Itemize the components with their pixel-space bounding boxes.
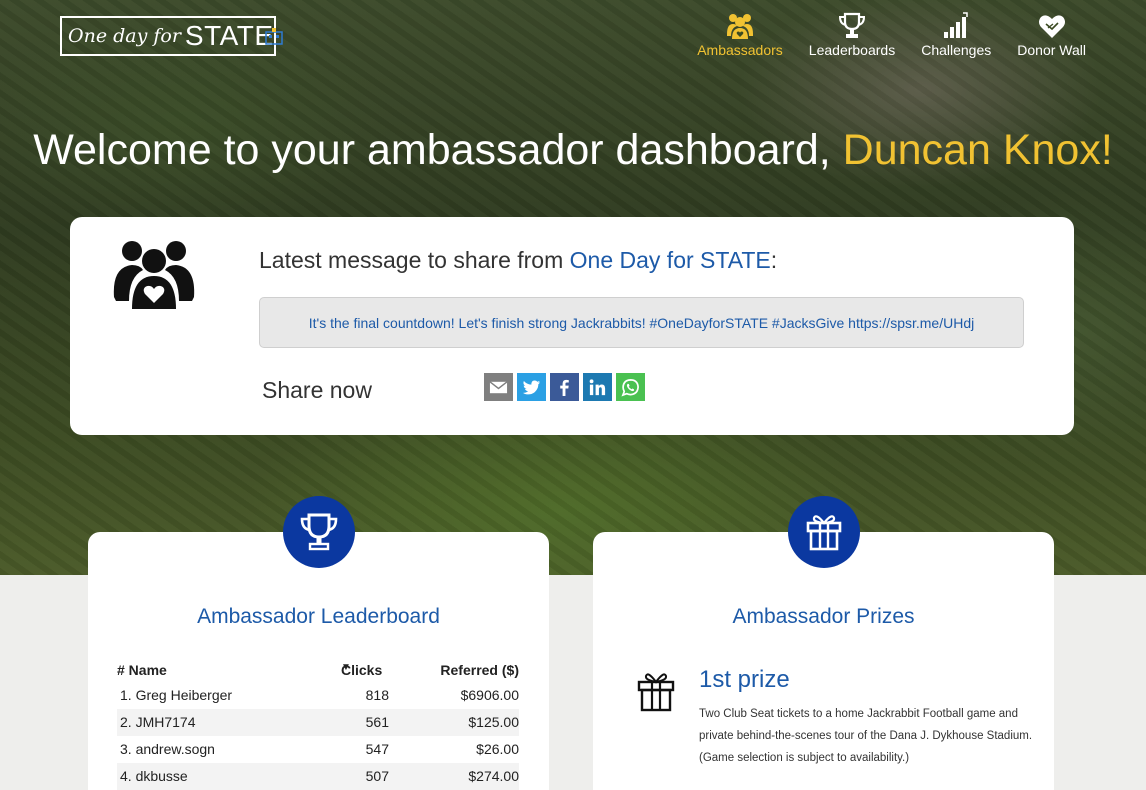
trophy-icon bbox=[838, 12, 866, 38]
row-name: 1. Greg Heiberger bbox=[120, 687, 233, 703]
share-now-label: Share now bbox=[262, 377, 372, 403]
facebook-icon bbox=[560, 379, 569, 396]
leaderboard-badge bbox=[282, 496, 355, 568]
message-title-suffix: : bbox=[770, 247, 778, 273]
heart-hands-icon bbox=[1038, 15, 1065, 38]
email-icon bbox=[489, 380, 508, 393]
leaderboard-title: Ambassador Leaderboard bbox=[197, 605, 440, 628]
table-row: 2. JMH7174 561 $125.00 bbox=[117, 709, 519, 736]
row-clicks: 818 bbox=[365, 687, 389, 703]
linkedin-icon bbox=[589, 378, 606, 395]
bar-chart-icon bbox=[944, 12, 968, 38]
nav-item-leaderboards[interactable]: Leaderboards bbox=[809, 12, 895, 58]
row-referred: $26.00 bbox=[476, 741, 519, 757]
message-title: Latest message to share from One Day for… bbox=[259, 247, 777, 274]
table-row: 1. Greg Heiberger 818 $6906.00 bbox=[117, 682, 519, 709]
row-clicks: 547 bbox=[365, 741, 389, 757]
nav-label: Challenges bbox=[921, 42, 992, 58]
message-card: Latest message to share from One Day for… bbox=[70, 217, 1074, 435]
trophy-icon bbox=[300, 513, 337, 551]
nav-label: Donor Wall bbox=[1017, 42, 1086, 58]
people-icon bbox=[727, 14, 753, 39]
row-clicks: 561 bbox=[365, 714, 389, 730]
whatsapp-icon bbox=[621, 378, 639, 397]
main-nav: Ambassadors Leaderboards Challenges Dono… bbox=[671, 12, 1086, 58]
leaderboard-card: Ambassador Leaderboard # Name Clicks ▼ R… bbox=[88, 496, 549, 790]
share-linkedin-button[interactable] bbox=[583, 373, 612, 401]
gift-icon bbox=[637, 673, 675, 712]
column-header-referred[interactable]: Referred ($) bbox=[440, 662, 519, 678]
row-name: 4. dkbusse bbox=[120, 768, 188, 784]
ambassador-name: Duncan Knox! bbox=[842, 126, 1113, 174]
nav-item-challenges[interactable]: Challenges bbox=[921, 12, 991, 58]
row-name: 2. JMH7174 bbox=[120, 714, 196, 730]
prizes-card: Ambassador Prizes 1st prize Two Club Sea… bbox=[593, 496, 1054, 790]
row-name: 3. andrew.sogn bbox=[120, 741, 215, 757]
logo-building-icon bbox=[265, 28, 283, 45]
row-referred: $6906.00 bbox=[460, 687, 519, 703]
share-facebook-button[interactable] bbox=[550, 373, 579, 401]
column-header-name: # Name bbox=[117, 662, 167, 678]
logo-main-text: STATE bbox=[184, 20, 274, 51]
share-twitter-button[interactable] bbox=[517, 373, 546, 401]
organization-name: One Day for STATE bbox=[569, 247, 771, 273]
prize-description: Two Club Seat tickets to a home Jackrabb… bbox=[699, 708, 1033, 764]
share-message-box[interactable]: It's the final countdown! Let's finish s… bbox=[259, 297, 1024, 348]
table-row: 3. andrew.sogn 547 $26.00 bbox=[117, 736, 519, 763]
share-message-text: It's the final countdown! Let's finish s… bbox=[308, 314, 975, 331]
welcome-prefix: Welcome to your ambassador dashboard, bbox=[33, 126, 843, 174]
row-clicks: 507 bbox=[365, 768, 389, 784]
logo-script-text: One day for bbox=[68, 25, 181, 47]
row-referred: $274.00 bbox=[468, 768, 519, 784]
nav-label: Ambassadors bbox=[697, 42, 783, 58]
sort-caret-icon: ▼ bbox=[341, 662, 351, 673]
nav-item-donor-wall[interactable]: Donor Wall bbox=[1017, 12, 1086, 58]
message-title-prefix: Latest message to share from bbox=[259, 247, 570, 273]
row-referred: $125.00 bbox=[468, 714, 519, 730]
table-row: 4. dkbusse 507 $274.00 bbox=[117, 763, 519, 790]
prize-title: 1st prize bbox=[699, 666, 790, 693]
share-buttons bbox=[484, 373, 649, 401]
share-email-button[interactable] bbox=[484, 373, 513, 401]
nav-item-ambassadors[interactable]: Ambassadors bbox=[697, 12, 783, 58]
gift-icon bbox=[806, 515, 841, 551]
leaderboard-header: # Name Clicks ▼ Referred ($) bbox=[117, 662, 519, 680]
welcome-heading: Welcome to your ambassador dashboard, Du… bbox=[0, 126, 1146, 175]
leaderboard-rows: 1. Greg Heiberger 818 $6906.00 2. JMH717… bbox=[117, 682, 519, 790]
logo[interactable]: One day for STATE bbox=[60, 16, 283, 56]
nav-label: Leaderboards bbox=[808, 42, 896, 58]
ambassadors-icon bbox=[113, 241, 195, 309]
share-whatsapp-button[interactable] bbox=[616, 373, 645, 401]
prizes-badge bbox=[787, 496, 860, 568]
prizes-title: Ambassador Prizes bbox=[732, 605, 915, 628]
twitter-icon bbox=[522, 379, 541, 394]
